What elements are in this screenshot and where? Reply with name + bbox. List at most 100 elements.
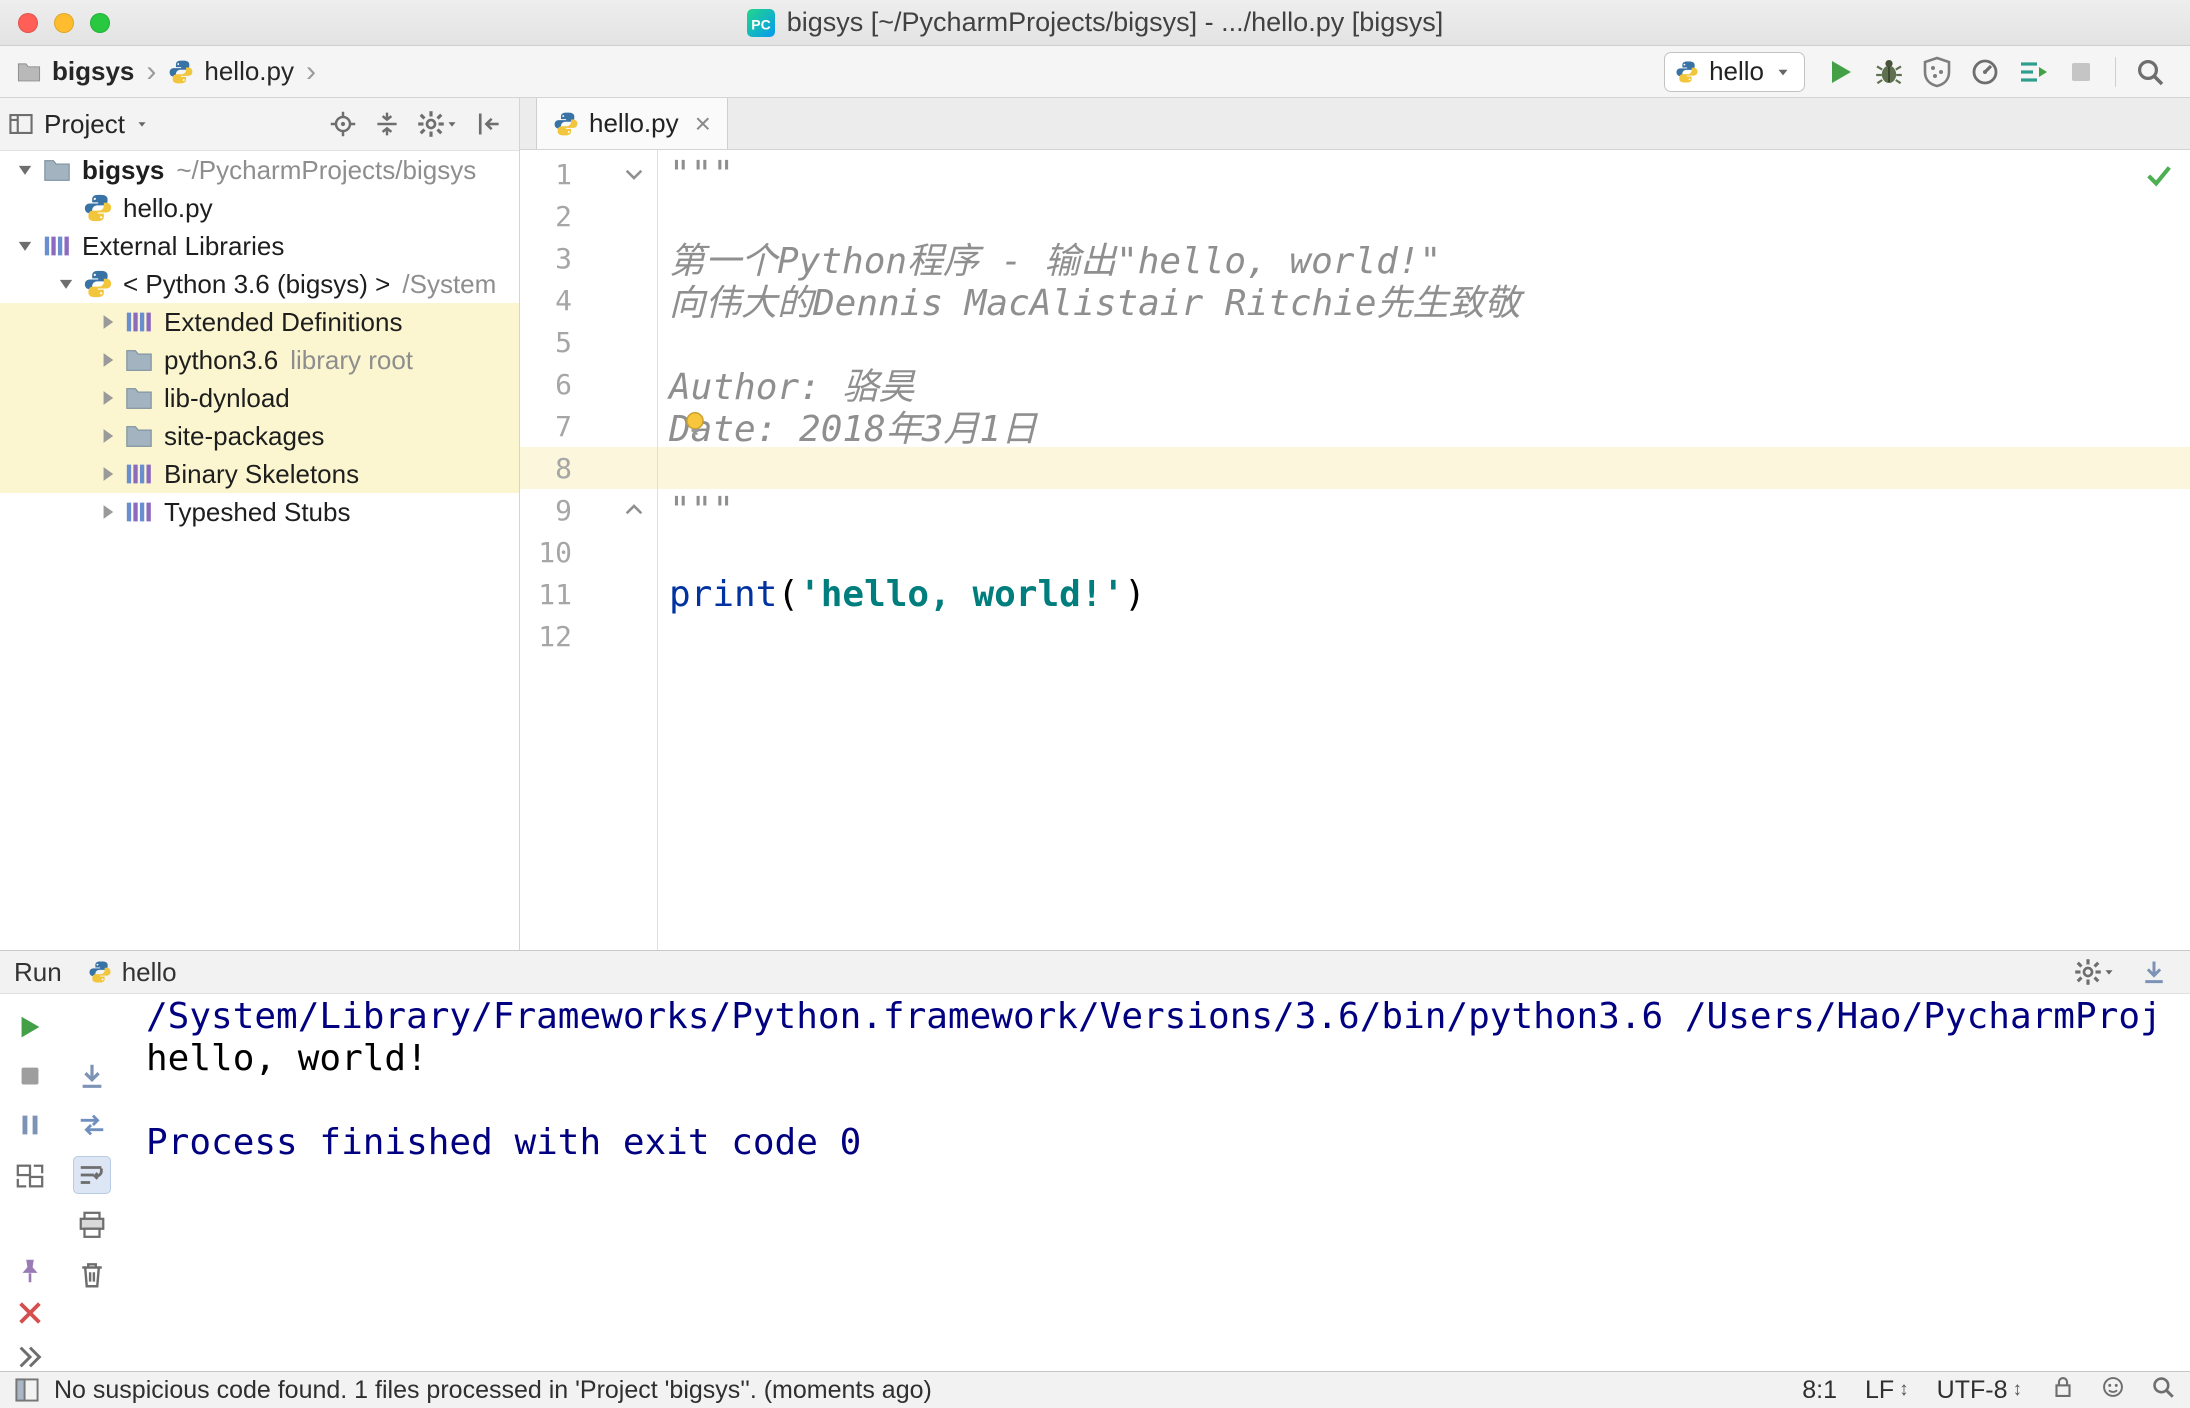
window-title: bigsys [~/PycharmProjects/bigsys] - .../…	[786, 7, 1444, 37]
scroll-to-end-button[interactable]	[73, 1057, 111, 1095]
stop-button[interactable]	[11, 1057, 49, 1095]
scroll-down-button[interactable]	[2132, 952, 2176, 992]
line-number[interactable]: 8	[520, 452, 572, 485]
caret-position[interactable]: 8:1	[1802, 1376, 1837, 1405]
run-button[interactable]	[1817, 51, 1865, 93]
tool-window-toggle-icon[interactable]	[14, 1377, 40, 1403]
concurrency-diagram-button[interactable]	[2009, 51, 2057, 93]
tree-arrow-icon[interactable]	[90, 463, 124, 485]
tree-arrow-icon[interactable]	[90, 425, 124, 447]
console-line: /System/Library/Frameworks/Python.framew…	[146, 996, 2162, 1037]
search-button[interactable]	[2150, 1374, 2176, 1407]
tree-item-path: /System	[402, 268, 497, 299]
code-line-4[interactable]: 4 向伟大的Dennis MacAlistair Ritchie先生致敬	[520, 279, 2190, 324]
hide-panel-button[interactable]	[467, 104, 511, 144]
status-message: No suspicious code found. 1 files proces…	[54, 1375, 932, 1404]
console-output[interactable]: /System/Library/Frameworks/Python.framew…	[130, 994, 2190, 1371]
tree-item-lib-dynload[interactable]: lib-dynload	[0, 379, 519, 417]
editor-body[interactable]: 1 """ 2 3 第一个Python程序 - 输出"hello, world!" 4 向伟…	[520, 150, 2190, 950]
soft-wrap-button[interactable]	[73, 1156, 111, 1194]
code-line-12[interactable]: 12	[520, 615, 2190, 657]
more-options-button[interactable]	[11, 1338, 49, 1376]
line-number[interactable]: 9	[520, 494, 572, 527]
line-number[interactable]: 10	[520, 536, 572, 569]
tree-item-hello-py[interactable]: hello.py	[0, 189, 519, 227]
line-number[interactable]: 5	[520, 326, 572, 359]
minimize-button[interactable]	[54, 12, 74, 33]
close-button[interactable]	[11, 1294, 49, 1332]
print-button[interactable]	[73, 1206, 111, 1244]
tree-arrow-icon[interactable]	[8, 235, 42, 257]
restore-layout-button[interactable]	[11, 1157, 49, 1195]
intention-bulb-icon[interactable]	[680, 409, 710, 439]
tab-close-icon[interactable]: ×	[695, 108, 711, 140]
tree-item-external-libraries[interactable]: External Libraries	[0, 227, 519, 265]
scroll-end-icon	[77, 1061, 107, 1091]
zoom-button[interactable]	[90, 12, 110, 33]
search-everywhere-button[interactable]	[2126, 51, 2174, 93]
pin-tab-button[interactable]	[11, 1252, 49, 1290]
code-line-9[interactable]: 9 """	[520, 489, 2190, 531]
code-line-2[interactable]: 2	[520, 195, 2190, 237]
breadcrumb-file[interactable]: hello.py	[204, 56, 294, 87]
code-line-6[interactable]: 6 Author: 骆昊	[520, 363, 2190, 408]
tree-item-extended-definitions[interactable]: Extended Definitions	[0, 303, 519, 341]
titlebar: PC bigsys [~/PycharmProjects/bigsys] - .…	[0, 0, 2190, 46]
rerun-button[interactable]	[11, 1008, 49, 1046]
debug-button[interactable]	[1865, 51, 1913, 93]
collapse-all-button[interactable]	[365, 104, 409, 144]
locate-file-button[interactable]	[321, 104, 365, 144]
tree-arrow-icon[interactable]	[49, 273, 83, 295]
run-tab-hello[interactable]: hello	[88, 957, 177, 988]
run-tool-window: Run hello /System/Library/Frameworks/Pyt…	[0, 950, 2190, 1371]
line-number[interactable]: 2	[520, 200, 572, 233]
tab-hello-py[interactable]: hello.py ×	[536, 98, 728, 149]
fold-marker-icon[interactable]	[572, 497, 657, 523]
code-line-1[interactable]: 1 """	[520, 153, 2190, 195]
tree-item-binary-skeletons[interactable]: Binary Skeletons	[0, 455, 519, 493]
profiler-button[interactable]	[1961, 51, 2009, 93]
line-number[interactable]: 1	[520, 158, 572, 191]
fold-marker-icon[interactable]	[572, 161, 657, 187]
line-number[interactable]: 6	[520, 368, 572, 401]
tree-item-python-3-6-bigsys[interactable]: < Python 3.6 (bigsys) > /System	[0, 265, 519, 303]
code-line-8[interactable]: 8	[520, 447, 2190, 489]
run-config-selector[interactable]: hello	[1664, 51, 1805, 92]
code-line-10[interactable]: 10	[520, 531, 2190, 573]
tree-item-label: Extended Definitions	[164, 306, 403, 337]
line-number[interactable]: 11	[520, 578, 572, 611]
tree-arrow-icon[interactable]	[90, 501, 124, 523]
hector-inspections-button[interactable]	[2100, 1374, 2126, 1407]
tree-item-site-packages[interactable]: site-packages	[0, 417, 519, 455]
project-panel-title[interactable]: Project	[8, 109, 149, 140]
line-number[interactable]: 12	[520, 620, 572, 653]
line-number[interactable]: 7	[520, 410, 572, 443]
tree-item-bigsys[interactable]: bigsys ~/PycharmProjects/bigsys	[0, 151, 519, 189]
line-number[interactable]: 3	[520, 242, 572, 275]
breadcrumb-project[interactable]: bigsys	[52, 56, 134, 87]
tree-arrow-icon[interactable]	[90, 349, 124, 371]
tree-arrow-icon[interactable]	[90, 311, 124, 333]
code-line-7[interactable]: 7 Date: 2018年3月1日	[520, 405, 2190, 450]
tree-item-python3-6[interactable]: python3.6 library root	[0, 341, 519, 379]
stop-button[interactable]	[2057, 51, 2105, 93]
code-line-5[interactable]: 5	[520, 321, 2190, 363]
console-settings-button[interactable]	[2066, 952, 2124, 992]
close-button[interactable]	[18, 12, 38, 33]
code-line-11[interactable]: 11 print('hello, world!')	[520, 573, 2190, 615]
tree-arrow-icon[interactable]	[8, 159, 42, 181]
encoding-selector[interactable]: UTF-8 ↕	[1937, 1376, 2022, 1405]
line-number[interactable]: 4	[520, 284, 572, 317]
tree-item-typeshed-stubs[interactable]: Typeshed Stubs	[0, 493, 519, 531]
line-separator-selector[interactable]: LF ↕	[1865, 1376, 1909, 1405]
tree-arrow-icon[interactable]	[90, 387, 124, 409]
settings-button[interactable]	[409, 104, 467, 144]
code-line-3[interactable]: 3 第一个Python程序 - 输出"hello, world!"	[520, 237, 2190, 282]
clear-all-button[interactable]	[73, 1256, 111, 1294]
pause-output-button[interactable]	[11, 1106, 49, 1144]
bars-icon	[124, 307, 154, 337]
run-with-coverage-button[interactable]	[1913, 51, 1961, 93]
read-lock-button[interactable]	[2050, 1374, 2076, 1407]
python-icon	[1675, 60, 1699, 84]
rerun-arrows-button[interactable]	[73, 1106, 111, 1144]
